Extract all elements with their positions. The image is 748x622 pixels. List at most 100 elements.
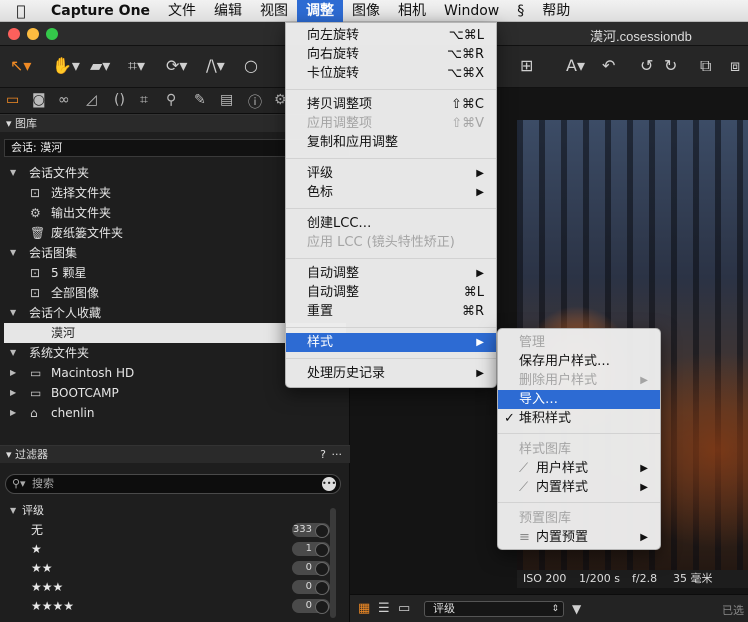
sort-select[interactable]: 评级 ⇕ <box>424 601 564 617</box>
details-tab-icon[interactable]: ⚲ <box>166 92 176 108</box>
menu-capture-one[interactable]: Capture One <box>42 0 159 22</box>
menu-item-processing-history[interactable]: 处理历史记录 ▶ <box>286 364 496 383</box>
menu-item-builtin-presets[interactable]: ≡ 内置预置 ▶ <box>498 528 660 547</box>
select-cursor-icon[interactable]: ↖▾ <box>10 56 31 76</box>
loupe-icon[interactable]: ▰▾ <box>90 56 110 76</box>
apple-menu-icon[interactable]:  <box>0 2 42 20</box>
menu-item-builtin-styles[interactable]: ⟋ 内置样式 ▶ <box>498 478 660 497</box>
rating-title: 评级 <box>22 504 44 517</box>
zoom-window-button[interactable] <box>46 28 58 40</box>
metadata-tab-icon[interactable]: ⓘ <box>248 92 262 112</box>
reset-icon[interactable]: ↶ <box>602 56 615 76</box>
pan-hand-icon[interactable]: ✋▾ <box>52 56 80 76</box>
minimize-window-button[interactable] <box>27 28 39 40</box>
rating-row-2[interactable]: ★★ 0 <box>0 558 330 578</box>
menu-item-save-user-style[interactable]: 保存用户样式… <box>498 352 660 371</box>
menu-item-label: 堆积样式 <box>519 411 572 426</box>
text-style-icon[interactable]: A▾ <box>566 56 585 76</box>
expand-triangle-icon[interactable]: ▼ <box>10 243 16 263</box>
menu-item-rating[interactable]: 评级 ▶ <box>286 164 496 183</box>
library-tab-icon[interactable]: ▭ <box>6 92 19 108</box>
filmstrip-view-icon[interactable]: ▭ <box>398 599 410 619</box>
local-adjust-tab-icon[interactable]: ✎ <box>194 92 206 108</box>
capture-tab-icon[interactable]: ◙ <box>32 92 46 108</box>
collapsed-triangle-icon[interactable]: ▶ <box>10 363 16 383</box>
menu-item-rotate-right[interactable]: 向右旋转 ⌥⌘R <box>286 45 496 64</box>
search-field[interactable]: ⚲▾ 搜索 ••• <box>5 474 341 494</box>
menu-item-copy-and-apply[interactable]: 复制和应用调整 <box>286 133 496 152</box>
menu-item-copy-adjustments[interactable]: 拷贝调整项 ⇧⌘C <box>286 95 496 114</box>
menu-separator <box>498 502 660 503</box>
rating-filter-header[interactable]: ▼ 评级 <box>0 501 350 521</box>
rating-row-4[interactable]: ★★★★ 0 <box>0 596 330 616</box>
menu-camera[interactable]: 相机 <box>389 0 435 22</box>
menu-item-auto-adjust[interactable]: 自动调整 ⌘L <box>286 283 496 302</box>
menu-item-free-rotate[interactable]: 卡位旋转 ⌥⌘X <box>286 64 496 83</box>
menu-item-reset[interactable]: 重置 ⌘R <box>286 302 496 321</box>
apply-adjustments-icon[interactable]: ⧈ <box>730 56 740 76</box>
script-icon[interactable]: § <box>508 0 533 22</box>
expand-triangle-icon[interactable]: ▼ <box>10 343 16 363</box>
collapsed-triangle-icon[interactable]: ▶ <box>10 403 16 423</box>
expand-triangle-icon[interactable]: ▼ <box>10 163 16 183</box>
library-title: 图库 <box>15 117 38 130</box>
menu-adjust[interactable]: 调整 <box>297 0 344 22</box>
color-tab-icon[interactable]: ∞ <box>58 92 70 108</box>
styles-submenu: 管理 保存用户样式… 删除用户样式 ▶ 导入… ✓ 堆积样式 样式图库 ⟋ 用户样式 ▶… <box>497 328 661 550</box>
menu-item-import-style[interactable]: 导入… <box>498 390 660 409</box>
rating-row-1[interactable]: ★ 1 <box>0 539 330 559</box>
collapsed-triangle-icon[interactable]: ▶ <box>10 383 16 403</box>
rotate-tool-icon[interactable]: ⟳▾ <box>166 56 187 76</box>
keystone-icon[interactable]: /\▾ <box>206 56 225 76</box>
filters-scrollbar[interactable] <box>330 508 336 618</box>
copy-adjustments-icon[interactable]: ⧉ <box>700 56 711 76</box>
circle-mask-icon[interactable]: ○ <box>244 56 258 76</box>
exposure-tab-icon[interactable]: ◿ <box>86 92 97 108</box>
menu-item-stack-styles[interactable]: ✓ 堆积样式 <box>498 409 660 428</box>
expand-triangle-icon[interactable]: ▼ <box>10 303 16 323</box>
menu-item-label: 重置 <box>307 304 334 319</box>
menu-image[interactable]: 图像 <box>343 0 389 22</box>
menu-item-label: 向右旋转 <box>307 47 360 62</box>
menu-bar:  Capture One 文件 编辑 视图 调整 图像 相机 Window §… <box>0 0 748 22</box>
filter-funnel-icon[interactable]: ▼ <box>572 599 581 619</box>
lens-tab-icon[interactable]: () <box>114 92 125 108</box>
menu-item-user-styles[interactable]: ⟋ 用户样式 ▶ <box>498 459 660 478</box>
crop-tab-icon[interactable]: ⌗ <box>140 92 148 108</box>
menu-edit[interactable]: 编辑 <box>205 0 251 22</box>
undo-icon[interactable]: ↺ <box>640 56 653 76</box>
menu-item-color-tag[interactable]: 色标 ▶ <box>286 183 496 202</box>
search-options-icon[interactable]: ••• <box>322 477 336 491</box>
exif-bar: ISO 200 1/200 s f/2.8 35 毫米 <box>517 570 748 588</box>
submenu-arrow-icon: ▶ <box>476 268 484 279</box>
help-button[interactable]: ? <box>320 446 326 464</box>
search-input[interactable]: 搜索 <box>32 475 54 493</box>
menu-item-label: 处理历史记录 <box>307 366 386 381</box>
list-view-icon[interactable]: ☰ <box>378 599 390 619</box>
output-tab-icon[interactable]: ▤ <box>220 92 233 108</box>
search-icon[interactable]: ⚲▾ <box>12 475 26 493</box>
menu-item-rotate-left[interactable]: 向左旋转 ⌥⌘L <box>286 26 496 45</box>
rating-row-3[interactable]: ★★★ 0 <box>0 577 330 597</box>
menu-window[interactable]: Window <box>435 0 508 22</box>
rating-row-none[interactable]: 无 333 <box>0 520 330 540</box>
close-window-button[interactable] <box>8 28 20 40</box>
redo-icon[interactable]: ↻ <box>664 56 677 76</box>
menu-item-label: 样式图库 <box>519 442 572 457</box>
thumbnail-grid-icon[interactable]: ▦ <box>358 599 370 619</box>
more-options-button[interactable]: ··· <box>332 446 343 464</box>
grid-overlay-icon[interactable]: ⊞ <box>520 56 533 76</box>
crop-icon[interactable]: ⌗▾ <box>128 56 145 76</box>
menu-file[interactable]: 文件 <box>159 0 205 22</box>
menu-view[interactable]: 视图 <box>251 0 297 22</box>
system-item-chenlin[interactable]: ▶ ⌂ chenlin <box>0 403 350 423</box>
expand-triangle-icon[interactable]: ▼ <box>10 501 16 521</box>
filters-header[interactable]: ▾ 过滤器 ? ··· <box>0 445 350 463</box>
capture-folder-icon: ⊡ <box>30 186 41 200</box>
menu-help[interactable]: 帮助 <box>533 0 579 22</box>
menu-separator <box>286 158 496 159</box>
menu-item-label: 自动调整 <box>307 266 360 281</box>
menu-item-styles[interactable]: 样式 ▶ <box>286 333 496 352</box>
menu-item-auto-adjust-submenu[interactable]: 自动调整 ▶ <box>286 264 496 283</box>
menu-item-create-lcc[interactable]: 创建LCC… <box>286 214 496 233</box>
